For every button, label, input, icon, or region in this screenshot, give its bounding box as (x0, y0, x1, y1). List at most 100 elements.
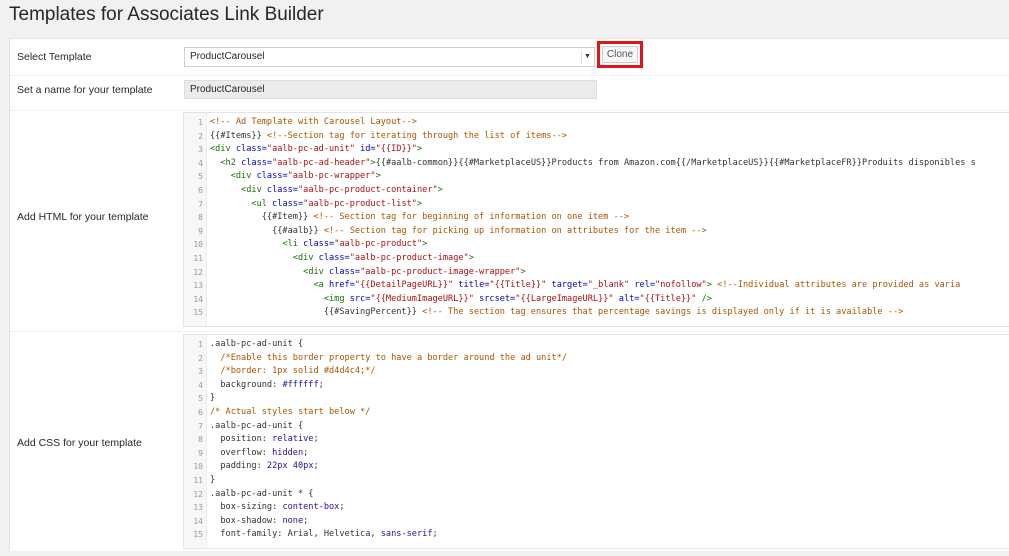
code-text: background: #ffffff; (210, 379, 324, 393)
code-token: <!-- Ad Template with Carousel Layout--> (210, 117, 417, 127)
line-number: 15 (193, 308, 203, 318)
code-token: "{{ID}}" (375, 144, 417, 155)
code-text: {{#SavingPercent}} <!-- The section tag … (210, 306, 904, 320)
code-token: <div (303, 266, 330, 277)
code-text: <div class="aalb-pc-product-container"> (210, 184, 443, 198)
code-token: .aalb-pc-ad-unit { (210, 420, 304, 431)
select-template-row: Select Template ProductCarousel ▼ Clone (10, 39, 1009, 75)
code-text: <img src="{{MediumImageURL}}" srcset="{{… (210, 293, 712, 307)
select-template-value: ProductCarousel (190, 51, 265, 62)
line-number: 12 (193, 267, 203, 277)
code-token: ; (318, 379, 324, 390)
code-token: class= (272, 198, 304, 209)
code-token: > (437, 185, 443, 195)
code-token: id= (354, 144, 376, 155)
code-token: class= (235, 144, 267, 155)
code-token: "aalb-pc-wrapper" (287, 171, 376, 182)
code-text: padding: 22px 40px; (210, 460, 319, 474)
line-number: 2 (198, 353, 203, 363)
line-number: 1 (198, 340, 203, 349)
code-token: padding: (210, 461, 267, 472)
code-token: /> (696, 293, 712, 304)
code-text: <!-- Ad Template with Carousel Layout--> (210, 116, 417, 130)
code-token: /*Enable this border property to have a … (220, 352, 568, 363)
line-number: 11 (193, 254, 203, 263)
code-token: "{{LargeImageURL}}" (515, 293, 614, 304)
code-token: > (416, 198, 423, 209)
code-token: {{#aalb}} (210, 225, 324, 236)
code-token: {{#Item}} (210, 212, 314, 223)
code-text: <div class="aalb-pc-product-image"> (210, 252, 474, 266)
code-token: position: (210, 434, 273, 445)
code-token: <!--Individual attributes are provided a… (711, 280, 961, 291)
code-token: href= (329, 280, 355, 291)
html-code-editor[interactable]: 1 <!-- Ad Template with Carousel Layout--… (183, 112, 1009, 327)
code-token: overflow: (210, 447, 273, 458)
code-token: <!-- Section tag for picking up informat… (323, 225, 707, 236)
css-editor-label: Add CSS for your template (17, 437, 142, 449)
code-token: <div (210, 144, 236, 155)
code-token: "aalb-pc-product-image-wrapper" (360, 266, 521, 277)
code-token: <div (292, 253, 319, 263)
code-text: position: relative; (210, 433, 319, 447)
code-token: ; (313, 434, 319, 445)
code-text: box-sizing: content-box; (210, 501, 344, 515)
code-token: class= (329, 266, 361, 277)
code-token: } (210, 475, 216, 485)
code-token: .aalb-pc-ad-unit { (210, 339, 304, 349)
code-text: <ul class="aalb-pc-product-list"> (210, 198, 422, 212)
code-text: {{#aalb}} <!-- Section tag for picking u… (210, 225, 707, 239)
line-number: 8 (198, 213, 203, 223)
code-token: "{{Title}}" (489, 280, 547, 291)
code-text: } (210, 392, 215, 406)
code-text: <div class="aalb-pc-product-image-wrappe… (210, 266, 526, 280)
code-token: <ul (251, 198, 273, 209)
code-token: "{{Title}}" (639, 293, 697, 304)
select-template-label: Select Template (17, 51, 92, 63)
page-title: Templates for Associates Link Builder (9, 4, 324, 25)
code-token: "_blank" (587, 280, 630, 291)
code-token: } (210, 393, 216, 404)
code-token: content-box (282, 502, 340, 513)
line-number: 4 (198, 380, 203, 390)
template-name-input[interactable]: ProductCarousel (184, 80, 597, 99)
line-number: 15 (193, 530, 203, 540)
code-token: target= (546, 280, 588, 291)
clone-button[interactable]: Clone (602, 46, 638, 63)
code-token: <div (241, 185, 267, 195)
select-template-dropdown[interactable]: ProductCarousel ▼ (184, 47, 595, 67)
clone-highlight: Clone (597, 41, 643, 68)
css-code-editor[interactable]: 1 .aalb-pc-ad-unit { 2 /*Enable this borde… (183, 334, 1009, 549)
code-token: background: (210, 379, 283, 390)
code-token: none (282, 515, 304, 526)
code-token: "aalb-pc-product" (334, 239, 423, 250)
code-token: srcset= (473, 293, 516, 304)
code-text: {{#Item}} <!-- Section tag for beginning… (210, 211, 629, 225)
caret-down-icon[interactable]: ▼ (581, 50, 593, 64)
line-number: 5 (198, 394, 203, 404)
code-token: <div (230, 171, 257, 182)
code-text: box-shadow: none; (210, 515, 308, 529)
code-token: ; (303, 515, 309, 526)
code-token: "aalb-pc-product-container" (297, 185, 438, 195)
code-token: hidden (272, 447, 304, 458)
code-token: box-sizing: (210, 502, 283, 513)
code-text: overflow: hidden; (210, 447, 308, 461)
line-number: 3 (198, 367, 203, 377)
code-token: ; (313, 461, 319, 472)
code-token: title= (453, 280, 490, 291)
line-number: 7 (198, 199, 203, 209)
line-number: 5 (198, 172, 203, 182)
line-number: 4 (198, 158, 203, 168)
code-token: <li (282, 239, 304, 250)
code-token: <img (323, 293, 350, 304)
code-token: relative (272, 434, 314, 445)
code-token: class= (256, 171, 288, 182)
code-token: class= (318, 253, 350, 263)
